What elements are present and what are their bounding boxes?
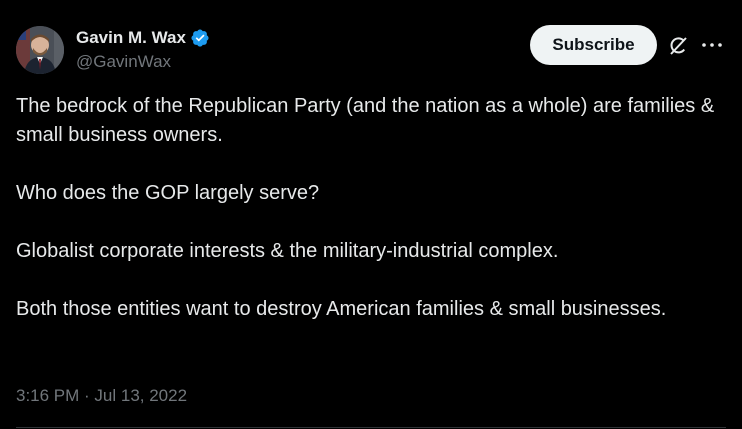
avatar-image <box>16 26 64 74</box>
divider <box>16 427 726 428</box>
author-info: Gavin M. Wax @GavinWax <box>76 27 210 73</box>
tweet-timestamp[interactable]: 3:16 PM · Jul 13, 2022 <box>16 384 187 408</box>
grok-icon[interactable] <box>667 35 689 57</box>
name-row: Gavin M. Wax <box>76 27 210 49</box>
more-horizontal-icon[interactable] <box>700 35 724 55</box>
avatar[interactable] <box>16 26 64 74</box>
tweet-paragraph: Globalist corporate interests & the mili… <box>16 240 559 262</box>
tweet-paragraph: Who does the GOP largely serve? <box>16 182 320 204</box>
tweet-paragraph: Both those entities want to destroy Amer… <box>16 298 667 320</box>
author-handle[interactable]: @GavinWax <box>76 51 210 73</box>
tweet-text: The bedrock of the Republican Party (and… <box>16 92 726 324</box>
display-name[interactable]: Gavin M. Wax <box>76 27 186 49</box>
verified-badge-icon[interactable] <box>190 28 210 48</box>
tweet-paragraph: The bedrock of the Republican Party (and… <box>16 95 715 146</box>
subscribe-button[interactable]: Subscribe <box>530 25 657 65</box>
tweet-card: Gavin M. Wax @GavinWax Subscribe The bed… <box>0 0 742 429</box>
